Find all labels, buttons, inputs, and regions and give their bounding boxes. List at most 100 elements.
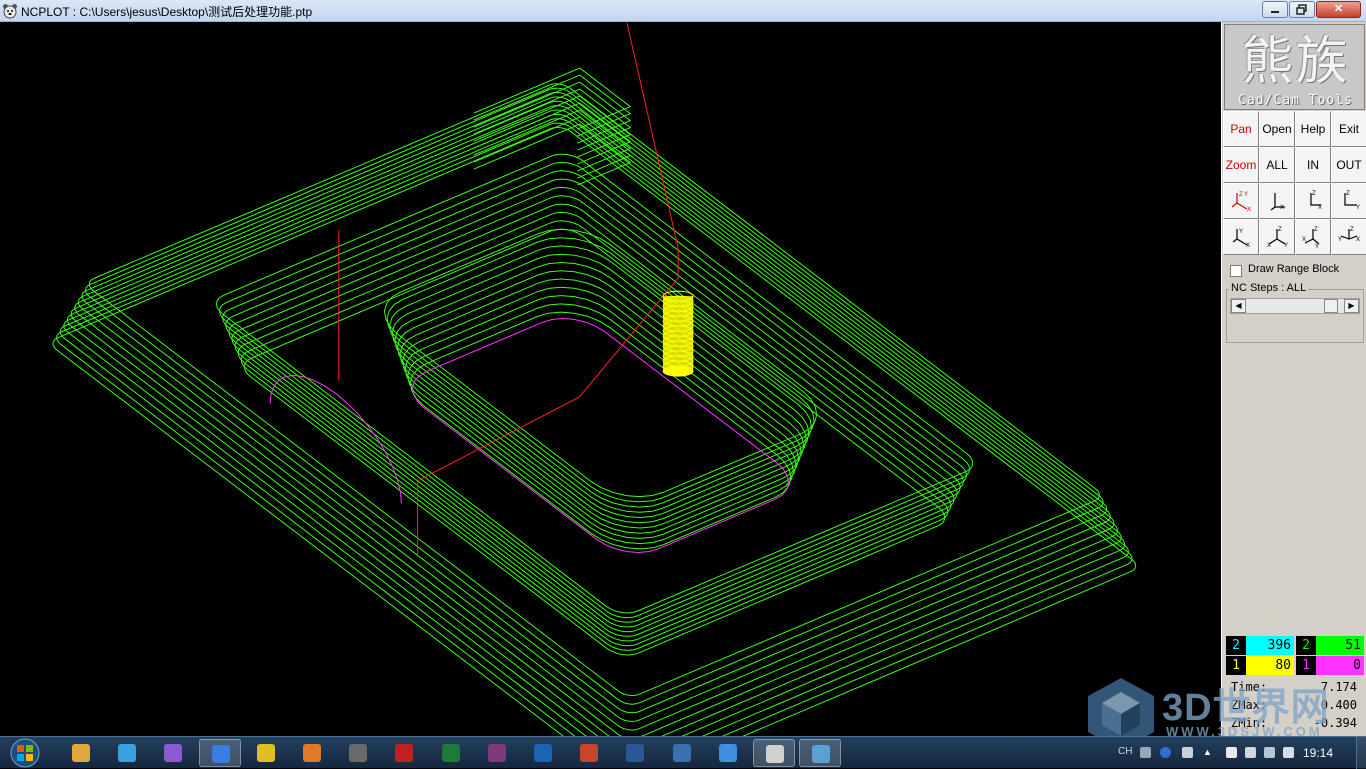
channel-contour-pass xyxy=(215,153,974,614)
explorer-taskbar-button[interactable] xyxy=(60,739,102,767)
outer-contour-pass xyxy=(77,96,1111,722)
tray-language[interactable]: CH xyxy=(1118,746,1132,757)
view-front-button[interactable]: ZX xyxy=(1295,183,1331,219)
exit-button[interactable]: Exit xyxy=(1331,111,1366,147)
tool-legend: 2 396 2 51 1 80 1 0 xyxy=(1226,636,1366,676)
toolpath-viewport[interactable] xyxy=(2,23,1220,736)
logo: 熊族 Cad/Cam Tools xyxy=(1224,24,1365,110)
logo-english-text: Cad/Cam Tools xyxy=(1238,93,1353,108)
svg-text:Z: Z xyxy=(1346,191,1350,197)
title-bar[interactable]: NCPLOT : C:\Users\jesus\Desktop\测试后处理功能.… xyxy=(0,0,1366,22)
ncplot-bear-icon xyxy=(3,4,17,19)
outer-contour-pass xyxy=(88,83,1100,697)
view-side-yz-icon: ZY xyxy=(1344,191,1360,211)
help-button[interactable]: Help xyxy=(1295,111,1331,147)
excel-taskbar-button[interactable] xyxy=(430,739,472,767)
file-manager-taskbar-button[interactable] xyxy=(337,739,379,767)
paint-taskbar-button[interactable] xyxy=(799,739,842,767)
view-iso-3-button[interactable]: Z X Y xyxy=(1259,219,1295,255)
pocket-contour-pass xyxy=(399,278,802,529)
clock[interactable]: 19:14 xyxy=(1303,746,1333,760)
scroll-right-arrow-icon[interactable]: ▶ xyxy=(1344,299,1359,313)
svg-text:X: X xyxy=(1302,237,1306,243)
browser-taskbar-button[interactable] xyxy=(198,739,241,767)
powerpoint-viewer-taskbar-button[interactable] xyxy=(291,739,333,767)
view-iso-xyz-icon: Z Y X xyxy=(1231,192,1251,213)
taskbar: CH ▲ 19:14 xyxy=(0,736,1366,769)
show-desktop-button[interactable] xyxy=(1356,737,1366,769)
chrome-icon xyxy=(256,744,275,762)
minimize-icon xyxy=(1271,11,1279,13)
usb-icon[interactable] xyxy=(1182,747,1193,758)
channel-contour-pass xyxy=(222,170,968,623)
draw-range-block-checkbox[interactable] xyxy=(1230,265,1242,277)
svg-text:Y: Y xyxy=(1239,229,1243,235)
outer-contour-pass xyxy=(52,126,1137,736)
nc-steps-label: NC Steps : ALL xyxy=(1229,282,1309,294)
tray-expand-icon[interactable]: ▲ xyxy=(1203,747,1214,758)
zoom-in-button[interactable]: IN xyxy=(1295,147,1331,183)
ie-icon xyxy=(118,744,137,762)
tool-ring xyxy=(662,365,694,377)
scroll-left-arrow-icon[interactable]: ◀ xyxy=(1231,299,1246,313)
view-top-xy-icon: X xyxy=(1270,193,1285,211)
network-taskbar-button[interactable] xyxy=(661,739,703,767)
close-button[interactable]: ✕ xyxy=(1316,1,1361,18)
paint-icon xyxy=(812,745,831,763)
view-side-button[interactable]: ZY xyxy=(1331,183,1366,219)
view-iso-xzy-icon: Z X Y xyxy=(1302,227,1320,249)
keyboard-icon[interactable] xyxy=(1140,747,1151,758)
svg-text:Z: Z xyxy=(1314,227,1318,233)
nc-steps-slider[interactable]: ◀ ▶ xyxy=(1230,298,1360,314)
pan-button[interactable]: Pan xyxy=(1223,111,1259,147)
draw-range-block-label: Draw Range Block xyxy=(1248,263,1340,275)
ie-taskbar-button[interactable] xyxy=(106,739,148,767)
minimize-button[interactable] xyxy=(1262,1,1288,18)
view-iso-2-button[interactable]: YX xyxy=(1223,219,1259,255)
outlook-taskbar-button[interactable] xyxy=(522,739,564,767)
open-button[interactable]: Open xyxy=(1259,111,1295,147)
mastercam-taskbar-button[interactable] xyxy=(383,739,425,767)
media-app-taskbar-button[interactable] xyxy=(152,739,194,767)
svg-text:Y: Y xyxy=(1284,243,1288,249)
zoom-all-button[interactable]: ALL xyxy=(1259,147,1295,183)
pocket-contour-pass xyxy=(386,237,815,503)
view-iso-yx-icon: YX xyxy=(1232,229,1250,249)
view-iso-4-button[interactable]: Z X Y xyxy=(1295,219,1331,255)
legend-entry: 2 51 xyxy=(1296,636,1366,655)
device-icon[interactable] xyxy=(1245,747,1256,758)
svg-text:Z: Z xyxy=(1239,192,1243,198)
maximize-button[interactable] xyxy=(1289,1,1315,18)
control-panel: 熊族 Cad/Cam Tools Pan Open Help Exit Zoom… xyxy=(1221,22,1366,736)
nc-steps-slider-thumb[interactable] xyxy=(1324,299,1338,313)
chrome-taskbar-button[interactable] xyxy=(245,739,287,767)
maximize-icon xyxy=(1296,4,1307,15)
entry-wall-pass xyxy=(473,116,632,179)
network-icon xyxy=(672,744,691,762)
svg-text:Y: Y xyxy=(1338,237,1342,243)
volume-icon[interactable] xyxy=(1283,747,1294,758)
zoom-out-button[interactable]: OUT xyxy=(1331,147,1366,183)
flag-icon[interactable] xyxy=(1226,747,1237,758)
channel-contour-pass xyxy=(243,228,946,656)
powerpoint-taskbar-button[interactable] xyxy=(568,739,610,767)
view-iso-5-button[interactable]: Z Y X xyxy=(1331,219,1366,255)
toolpath-drawing xyxy=(52,23,1137,736)
app-bird-taskbar-button[interactable] xyxy=(707,739,749,767)
outer-contour-pass xyxy=(70,105,1119,736)
onenote-taskbar-button[interactable] xyxy=(476,739,518,767)
network-tray-icon[interactable] xyxy=(1264,747,1275,758)
entry-wall-pass xyxy=(473,95,632,158)
ncplot-taskbar-button[interactable] xyxy=(753,739,795,767)
word-taskbar-button[interactable] xyxy=(614,739,656,767)
help-tray-icon[interactable] xyxy=(1160,747,1171,758)
view-top-button[interactable]: X xyxy=(1259,183,1295,219)
svg-text:X: X xyxy=(1267,243,1271,249)
media-app-icon xyxy=(164,744,183,762)
start-orb-icon[interactable] xyxy=(4,737,46,769)
zoom-button[interactable]: Zoom xyxy=(1223,147,1259,183)
view-iso-button[interactable]: ZY X xyxy=(1223,183,1259,219)
legend-count: 51 xyxy=(1316,636,1364,655)
channel-contour-pass xyxy=(225,178,964,628)
svg-text:Y: Y xyxy=(1356,205,1360,211)
